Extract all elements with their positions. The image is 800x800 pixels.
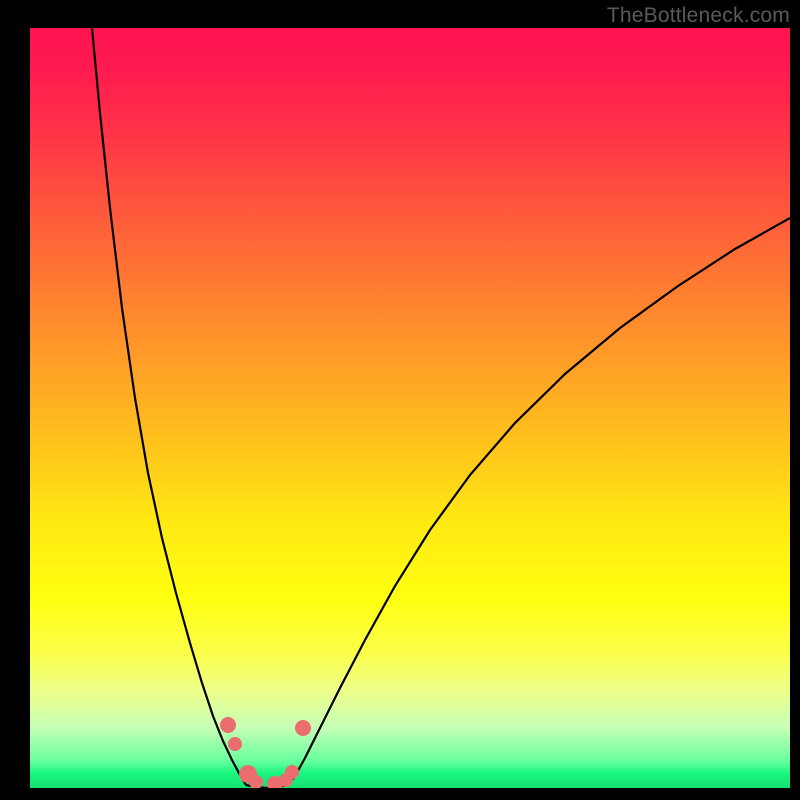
data-marker — [285, 765, 299, 779]
curve-right-branch — [288, 218, 790, 785]
watermark-text: TheBottleneck.com — [607, 4, 790, 28]
data-marker — [220, 717, 236, 733]
data-marker — [295, 720, 311, 736]
chart-frame: TheBottleneck.com — [0, 0, 800, 800]
curve-layer — [30, 28, 790, 788]
data-marker — [249, 775, 263, 788]
data-marker — [228, 737, 242, 751]
curve-left-branch — [92, 28, 246, 785]
plot-area — [30, 28, 790, 788]
